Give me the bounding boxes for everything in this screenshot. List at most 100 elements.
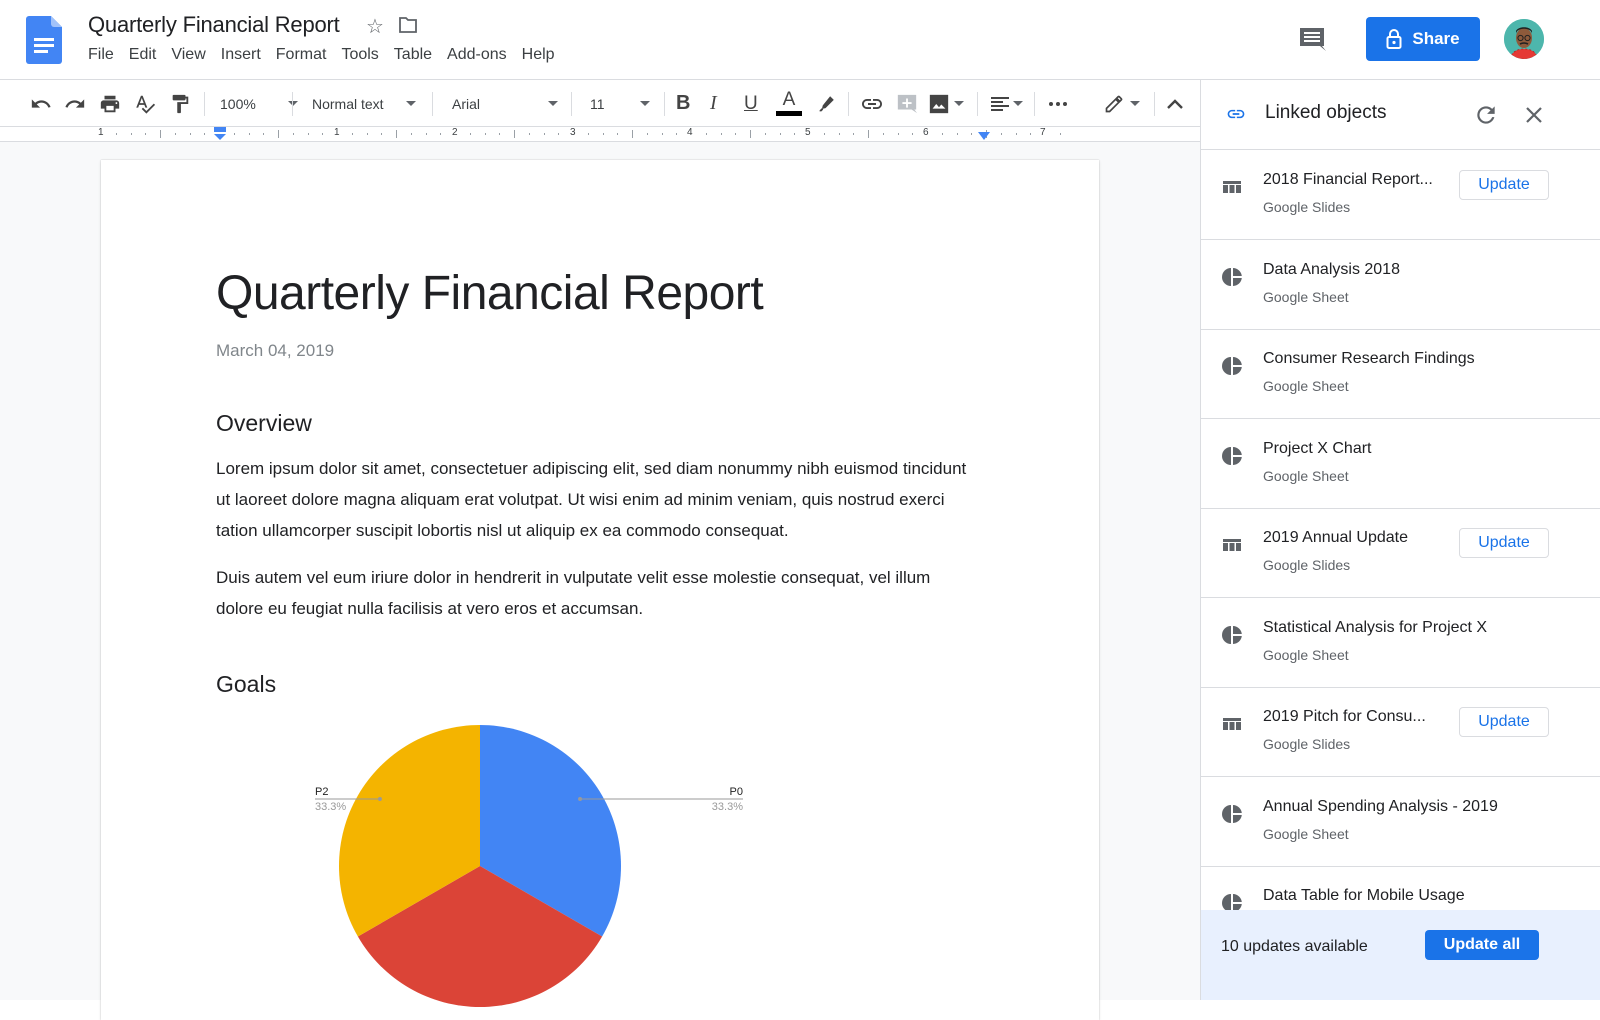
ruler-tick [263, 133, 265, 135]
chart-icon [1222, 267, 1242, 286]
ruler-tick [440, 133, 442, 135]
ruler-tick [145, 133, 147, 135]
text-color-button[interactable]: A [776, 80, 802, 127]
align-button[interactable] [990, 80, 1023, 127]
undo-button[interactable] [30, 80, 52, 127]
folder-icon[interactable] [398, 16, 418, 34]
overview-heading[interactable]: Overview [216, 410, 312, 437]
linked-object-item[interactable]: Project X Chart Google Sheet [1201, 419, 1600, 509]
link-icon [1227, 109, 1245, 119]
menu-table[interactable]: Table [394, 46, 432, 64]
linked-object-item[interactable]: Annual Spending Analysis - 2019 Google Sh… [1201, 777, 1600, 867]
ruler[interactable]: 1 1 2 3 4 5 6 7 [0, 127, 1200, 142]
comments-icon[interactable] [1298, 26, 1326, 54]
linked-object-name: Statistical Analysis for Project X [1263, 618, 1488, 636]
ruler-label: 7 [1040, 127, 1046, 138]
redo-button[interactable] [64, 80, 86, 127]
ruler-tick [720, 133, 722, 135]
ruler-label: 3 [570, 127, 576, 138]
linked-object-name: 2018 Financial Report... [1263, 171, 1433, 188]
add-comment-button[interactable] [896, 80, 918, 127]
linked-object-name: Annual Spending Analysis - 2019 [1263, 797, 1498, 815]
font-size-dropdown[interactable]: 11 [590, 80, 650, 127]
toolbar-divider [664, 92, 665, 116]
menu-file[interactable]: File [88, 46, 114, 64]
insert-image-button[interactable] [928, 80, 964, 127]
zoom-dropdown[interactable]: 100% [220, 80, 298, 127]
goals-heading[interactable]: Goals [216, 671, 276, 698]
star-icon[interactable]: ☆ [366, 14, 384, 39]
toolbar-divider [848, 92, 849, 116]
bold-button[interactable]: B [676, 80, 690, 127]
underline-button[interactable]: U [744, 80, 758, 127]
linked-object-item[interactable]: Statistical Analysis for Project X Google… [1201, 598, 1600, 688]
document-date[interactable]: March 04, 2019 [216, 341, 334, 361]
editing-mode-button[interactable] [1104, 80, 1140, 127]
paint-format-button[interactable] [169, 80, 191, 127]
font-dropdown[interactable]: Arial [452, 80, 558, 127]
ruler-tick [130, 133, 132, 135]
menu-bar: File Edit View Insert Format Tools Table… [88, 46, 570, 64]
more-button[interactable] [1048, 80, 1068, 127]
refresh-icon[interactable] [1473, 102, 1499, 128]
overview-paragraph-2[interactable]: Duis autem vel eum iriure dolor in hendr… [216, 562, 976, 624]
update-button[interactable]: Update [1459, 707, 1549, 737]
add-comment-icon [897, 94, 918, 113]
ruler-tick [292, 133, 294, 135]
menu-help[interactable]: Help [522, 46, 555, 64]
ruler-tick [484, 133, 486, 135]
update-all-button[interactable]: Update all [1425, 930, 1539, 960]
ruler-tick [204, 133, 206, 135]
linked-object-item[interactable]: 2019 Annual Update Google Slides Update [1201, 508, 1600, 598]
menu-tools[interactable]: Tools [341, 46, 378, 64]
insert-link-button[interactable] [860, 80, 884, 127]
right-indent-marker-icon[interactable] [977, 130, 991, 141]
indent-marker-icon[interactable] [213, 127, 227, 141]
menu-format[interactable]: Format [276, 46, 327, 64]
print-button[interactable] [99, 80, 121, 127]
linked-object-item[interactable]: Data Analysis 2018 Google Sheet [1201, 240, 1600, 330]
print-icon [100, 95, 120, 112]
ruler-tick [410, 133, 412, 135]
ruler-tick [941, 133, 943, 135]
app-header: Quarterly Financial Report ☆ File Edit V… [0, 0, 1600, 80]
close-icon[interactable] [1522, 103, 1546, 127]
user-avatar[interactable] [1504, 19, 1544, 59]
bold-icon: B [676, 92, 691, 114]
overview-paragraph-1[interactable]: Lorem ipsum dolor sit amet, consectetuer… [216, 453, 976, 546]
document-heading[interactable]: Quarterly Financial Report [216, 266, 764, 321]
goals-pie-chart[interactable]: P0 33.3% P2 33.3% [201, 720, 761, 1020]
document-title[interactable]: Quarterly Financial Report [88, 12, 340, 38]
linked-object-item[interactable]: 2018 Financial Report... Google Slides Upd… [1201, 150, 1600, 240]
linked-object-item[interactable]: Consumer Research Findings Google Sheet [1201, 329, 1600, 419]
menu-view[interactable]: View [171, 46, 205, 64]
toolbar-divider [292, 92, 293, 116]
update-button[interactable]: Update [1459, 528, 1549, 558]
text-color-swatch [776, 111, 802, 116]
ruler-tick [381, 133, 383, 135]
update-button[interactable]: Update [1459, 170, 1549, 200]
ruler-tick [307, 133, 309, 135]
collapse-toolbar-button[interactable] [1166, 80, 1184, 127]
ruler-tick [1059, 133, 1061, 135]
italic-button[interactable]: I [710, 80, 717, 127]
linked-object-item[interactable]: 2019 Pitch for Consu... Google Slides Upda… [1201, 687, 1600, 777]
ruler-tick [322, 133, 324, 135]
ruler-tick [115, 133, 117, 135]
spellcheck-button[interactable] [134, 80, 156, 127]
share-button[interactable]: Share [1366, 17, 1480, 61]
pie-label-name: P0 [730, 786, 743, 798]
document-page[interactable]: Quarterly Financial Report March 04, 201… [101, 160, 1099, 1020]
docs-logo-icon[interactable] [26, 16, 62, 64]
menu-addons[interactable]: Add-ons [447, 46, 507, 64]
highlight-button[interactable] [815, 80, 837, 127]
ruler-tick [1030, 133, 1032, 135]
linked-objects-panel: Linked objects 2018 Financial Report... G… [1200, 80, 1600, 1000]
menu-edit[interactable]: Edit [129, 46, 157, 64]
ruler-tick [676, 133, 678, 135]
style-dropdown[interactable]: Normal text [312, 80, 416, 127]
linked-object-type: Google Sheet [1263, 378, 1349, 394]
ruler-tick [794, 133, 796, 135]
ruler-tick [882, 133, 884, 135]
menu-insert[interactable]: Insert [221, 46, 261, 64]
